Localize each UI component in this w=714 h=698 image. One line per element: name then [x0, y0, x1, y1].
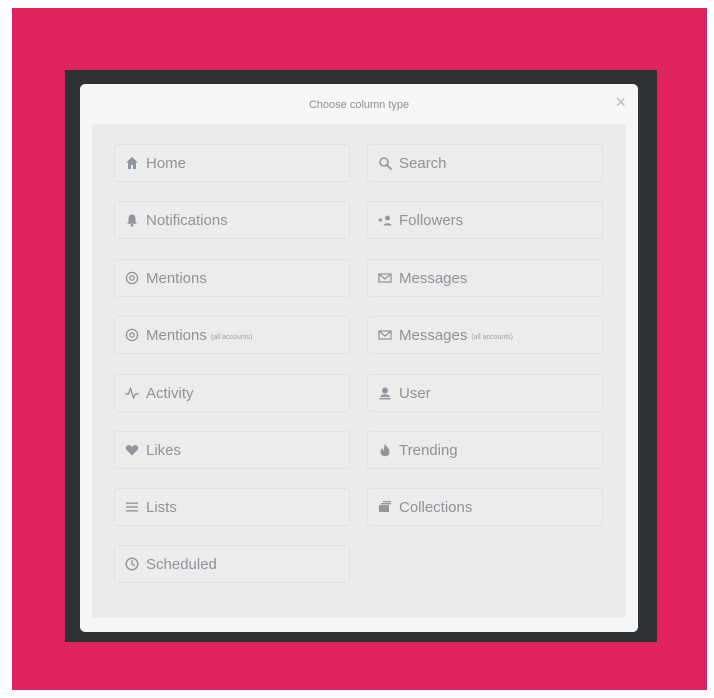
- modal-title: Choose column type: [308, 99, 410, 111]
- option-label: Collections: [399, 498, 473, 516]
- option-label: Trending: [399, 441, 458, 459]
- option-collections[interactable]: Collections: [367, 488, 603, 526]
- options-panel: Home Search Notifications Followers Ment: [92, 124, 626, 618]
- option-notifications[interactable]: Notifications: [114, 201, 350, 239]
- option-label: Messages: [399, 269, 468, 287]
- option-home[interactable]: Home: [114, 144, 350, 182]
- option-label: Followers: [399, 211, 464, 229]
- user-icon: [376, 384, 394, 402]
- option-scheduled[interactable]: Scheduled: [114, 545, 350, 583]
- option-activity[interactable]: Activity: [114, 374, 350, 412]
- option-user[interactable]: User: [367, 374, 603, 412]
- at-icon: [123, 326, 141, 344]
- home-icon: [123, 154, 141, 172]
- option-label: Notifications: [146, 211, 228, 229]
- option-mentions-all-accounts[interactable]: Mentions (all accounts): [114, 316, 350, 354]
- option-sublabel: (all accounts): [471, 333, 514, 341]
- option-search[interactable]: Search: [367, 144, 603, 182]
- bell-icon: [123, 211, 141, 229]
- option-lists[interactable]: Lists: [114, 488, 350, 526]
- option-label: User: [399, 384, 431, 402]
- option-label: Messages: [399, 326, 468, 344]
- envelope-icon: [376, 326, 394, 344]
- flame-icon: [376, 441, 394, 459]
- pulse-icon: [123, 384, 141, 402]
- option-likes[interactable]: Likes: [114, 431, 350, 469]
- close-icon[interactable]: ×: [615, 93, 626, 111]
- option-sublabel: (all accounts): [210, 333, 253, 341]
- option-label: Likes: [146, 441, 182, 459]
- heart-icon: [123, 441, 141, 459]
- list-icon: [123, 498, 141, 516]
- collection-icon: [376, 498, 394, 516]
- option-mentions[interactable]: Mentions: [114, 259, 350, 297]
- option-followers[interactable]: Followers: [367, 201, 603, 239]
- option-label: Lists: [146, 498, 177, 516]
- at-icon: [123, 269, 141, 287]
- option-label: Activity: [146, 384, 194, 402]
- option-label: Scheduled: [146, 555, 217, 573]
- option-label: Search: [399, 154, 447, 172]
- search-icon: [376, 154, 394, 172]
- option-messages[interactable]: Messages: [367, 259, 603, 297]
- option-label: Mentions: [146, 269, 207, 287]
- follow-user-icon: [376, 211, 394, 229]
- option-trending[interactable]: Trending: [367, 431, 603, 469]
- clock-icon: [123, 555, 141, 573]
- option-messages-all-accounts[interactable]: Messages (all accounts): [367, 316, 603, 354]
- envelope-icon: [376, 269, 394, 287]
- column-type-modal: Choose column type × Home Search Notific…: [80, 84, 638, 632]
- option-label: Home: [146, 154, 187, 172]
- option-label: Mentions: [146, 326, 207, 344]
